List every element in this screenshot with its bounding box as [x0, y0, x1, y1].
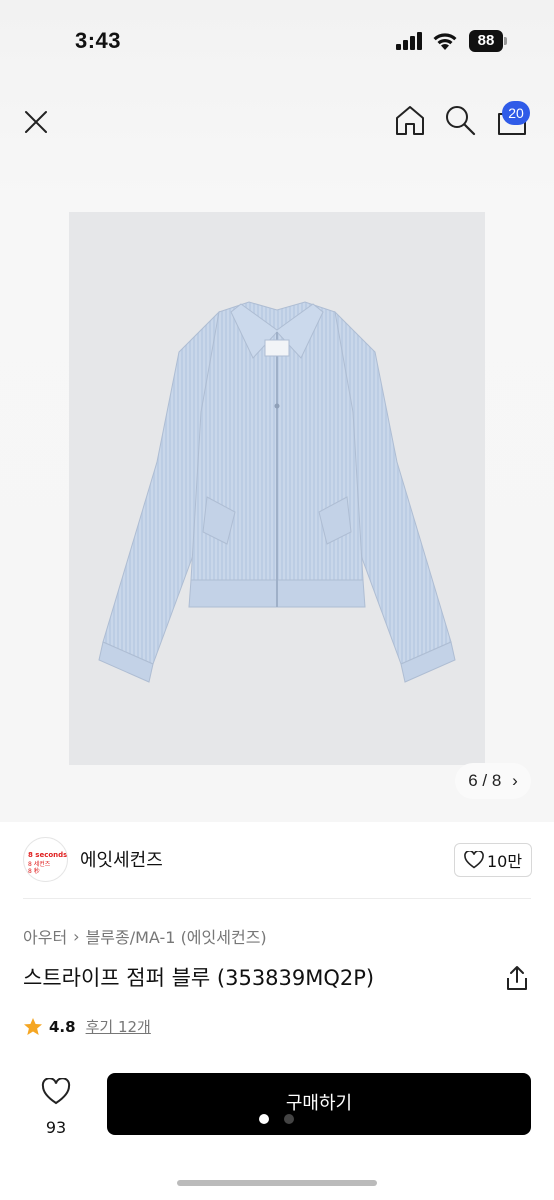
gallery-counter: 6 / 8 — [468, 771, 502, 790]
star-icon — [24, 1017, 42, 1035]
chevron-right-icon: › — [512, 771, 518, 790]
page-indicator-dot-active — [259, 1114, 269, 1124]
cart-count-badge: 20 — [502, 101, 530, 125]
home-icon — [396, 106, 424, 135]
review-link[interactable]: 후기 12개 — [86, 1016, 151, 1037]
gallery-counter-button[interactable]: 6 / 8 › — [455, 763, 531, 799]
wish-count: 93 — [45, 1118, 67, 1137]
product-image[interactable] — [69, 212, 485, 765]
share-icon — [507, 966, 527, 990]
heart-icon — [464, 851, 484, 869]
home-indicator — [177, 1180, 377, 1186]
battery-level: 88 — [469, 30, 503, 52]
rating-value: 4.8 — [49, 1017, 76, 1036]
brand-row: 8 seconds 8 세컨즈 8 秒 에잇세컨즈 10만 — [0, 834, 554, 894]
brand-logo[interactable]: 8 seconds 8 세컨즈 8 秒 — [23, 837, 68, 882]
close-button[interactable] — [18, 104, 54, 140]
rating-row: 4.8 후기 12개 — [23, 1016, 151, 1037]
share-button[interactable] — [504, 964, 530, 992]
bottom-action-bar: 93 구매하기 — [0, 1066, 554, 1200]
signal-icon — [396, 32, 426, 50]
product-title: 스트라이프 점퍼 블루 (353839MQ2P) — [23, 966, 375, 990]
status-bar: 3:43 88 — [0, 0, 554, 84]
jacket-image — [98, 301, 456, 683]
top-nav-bar — [0, 96, 554, 146]
breadcrumb: 아우터 › 블루종/MA-1 (에잇세컨즈) — [23, 924, 267, 948]
battery-icon: 88 — [469, 30, 507, 52]
chevron-right-icon: › — [73, 926, 80, 946]
brand-name[interactable]: 에잇세컨즈 — [80, 846, 163, 872]
heart-icon — [41, 1077, 71, 1105]
buy-button[interactable]: 구매하기 — [107, 1073, 531, 1135]
breadcrumb-category[interactable]: 아우터 — [23, 924, 67, 948]
breadcrumb-subcategory[interactable]: 블루종/MA-1 (에잇세컨즈) — [86, 924, 267, 948]
brand-like-button[interactable]: 10만 — [454, 843, 532, 877]
page-indicator-dot — [284, 1114, 294, 1124]
brand-like-count: 10만 — [486, 852, 523, 871]
divider — [23, 898, 531, 899]
search-icon — [446, 106, 476, 136]
home-button[interactable] — [392, 102, 428, 138]
close-icon — [25, 111, 47, 133]
wishlist-button[interactable]: 93 — [30, 1076, 82, 1142]
status-time: 3:43 — [75, 28, 122, 53]
wifi-icon — [432, 30, 458, 56]
search-button[interactable] — [442, 102, 478, 138]
